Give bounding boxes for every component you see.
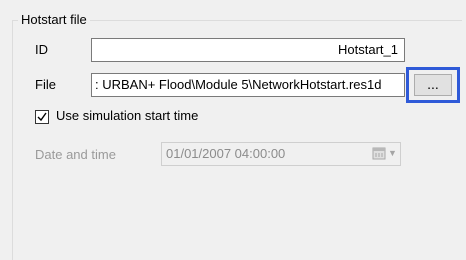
id-label: ID: [35, 42, 48, 57]
use-simulation-start-label[interactable]: Use simulation start time: [56, 108, 198, 123]
browse-button[interactable]: ...: [414, 74, 452, 96]
checkmark-icon: [37, 112, 47, 122]
file-path-input[interactable]: : URBAN+ Flood\Module 5\NetworkHotstart.…: [91, 73, 405, 97]
id-input[interactable]: Hotstart_1: [91, 38, 405, 62]
dropdown-arrow-icon[interactable]: ▼: [388, 148, 397, 158]
date-time-label: Date and time: [35, 147, 116, 162]
calendar-icon: [372, 147, 386, 160]
group-title: Hotstart file: [18, 12, 90, 27]
use-simulation-start-checkbox[interactable]: [35, 110, 49, 124]
file-label: File: [35, 77, 56, 92]
date-time-picker[interactable]: 01/01/2007 04:00:00: [161, 142, 401, 166]
